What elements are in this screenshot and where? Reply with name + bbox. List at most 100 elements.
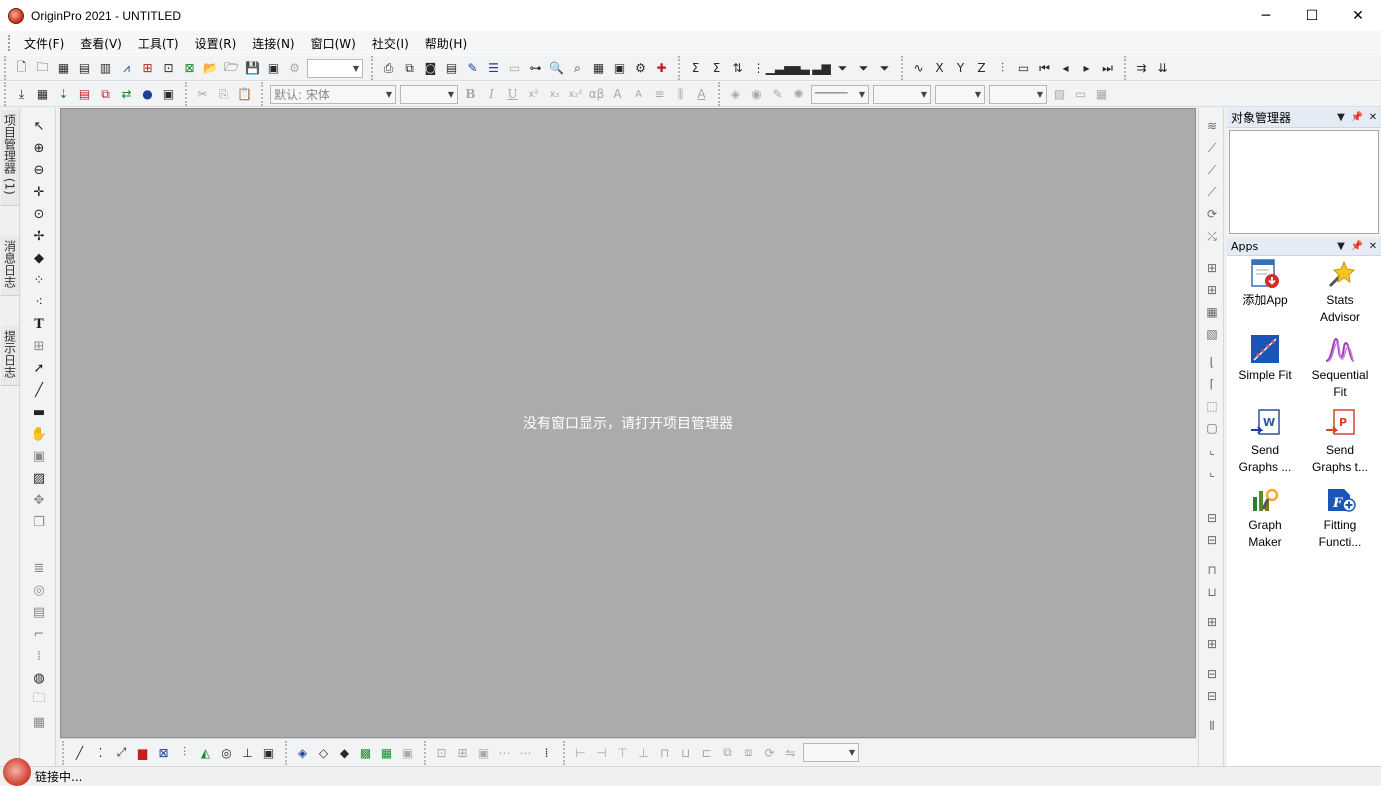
histogram-icon[interactable]: ▅▃ [790, 58, 811, 78]
panel-menu-icon[interactable]: ▼ [1333, 112, 1349, 123]
tab-message-log[interactable]: 消息日志 [1, 236, 19, 296]
italic-button[interactable]: I [481, 84, 502, 104]
underline-button[interactable]: U [502, 84, 523, 104]
arrange-icon[interactable]: ⋯ [494, 743, 515, 763]
stack-icon[interactable]: ▣ [473, 743, 494, 763]
save-icon[interactable]: 💾 [242, 58, 263, 78]
apps-close-icon[interactable]: ✕ [1365, 241, 1381, 252]
menu-connect[interactable]: 连接(N) [244, 35, 302, 52]
new-graph-icon[interactable]: ⩘ [116, 58, 137, 78]
line-width-combo[interactable]: ▼ [873, 84, 931, 104]
run-icon[interactable]: ⚙ [284, 58, 305, 78]
stair-icon[interactable]: ≋ [1201, 116, 1223, 136]
close-button[interactable]: ✕ [1335, 0, 1381, 31]
crosshair-icon[interactable]: ✛ [24, 182, 54, 202]
new-project-icon[interactable]: 🗋 [11, 58, 32, 78]
draw-data-icon[interactable]: ⁖ [24, 292, 54, 312]
frame-grid-icon[interactable]: ⊞ [452, 743, 473, 763]
first-icon[interactable]: ⏮ [1034, 58, 1055, 78]
superscript-button[interactable]: x² [523, 84, 544, 104]
project-explorer-icon[interactable]: ⊶ [525, 58, 546, 78]
set-none-icon[interactable]: ▭ [1013, 58, 1034, 78]
increase-font-button[interactable]: A [607, 84, 628, 104]
rows-icon[interactable]: ≣ [24, 558, 54, 578]
surface-3d-icon[interactable]: ◈ [292, 743, 313, 763]
align-panel-3-icon[interactable]: ⊓ [1201, 560, 1223, 580]
new-sheet-icon[interactable]: ▥ [95, 58, 116, 78]
stock-plot-icon[interactable]: ⊥ [237, 743, 258, 763]
symbol-icon[interactable]: ✺ [788, 84, 809, 104]
multi-panel-icon[interactable]: ⊠ [153, 743, 174, 763]
scatter-matrix-icon[interactable]: ⁞ [536, 743, 557, 763]
import-excel-icon[interactable]: ▤ [74, 84, 95, 104]
layer-2x2-icon[interactable]: ▦ [1201, 302, 1223, 322]
same-width-icon[interactable]: ⊓ [654, 743, 675, 763]
layer-merge-icon[interactable]: ▧ [1201, 324, 1223, 344]
code-builder-icon[interactable]: ▭ [504, 58, 525, 78]
scatter-plot-icon[interactable]: ⁚ [90, 743, 111, 763]
mask-icon[interactable]: ◆ [24, 248, 54, 268]
frame-dotted-icon[interactable]: ⬚ [1201, 396, 1223, 416]
app-graph-maker[interactable]: Graph Maker [1228, 483, 1302, 551]
set-error-icon[interactable]: ⫶ [992, 58, 1013, 78]
refresh-icon[interactable]: ⟳ [1201, 204, 1223, 224]
axis-rescale-icon[interactable]: ⟋ [1201, 182, 1223, 202]
filter-remove-icon[interactable]: ⏷ [853, 58, 874, 78]
pattern-fill-icon[interactable]: ◉ [746, 84, 767, 104]
table-icon[interactable]: ▦ [588, 58, 609, 78]
open-icon[interactable]: 📂 [200, 58, 221, 78]
filter-icon[interactable]: ⏷ [832, 58, 853, 78]
sum-icon[interactable]: Σ [685, 58, 706, 78]
object-manager-body[interactable] [1229, 130, 1379, 234]
import-multiple-icon[interactable]: ⇣ [53, 84, 74, 104]
align-panel-5-icon[interactable]: ⊞ [1201, 612, 1223, 632]
add-column-icon[interactable]: ✚ [651, 58, 672, 78]
database-icon[interactable]: ● [137, 84, 158, 104]
panel-close-icon[interactable]: ✕ [1365, 112, 1381, 123]
distribute-icon[interactable]: ⋯ [515, 743, 536, 763]
app-send-graphs-word[interactable]: W Send Graphs ... [1228, 408, 1302, 476]
insert-image-icon[interactable]: ▨ [24, 468, 54, 488]
record-icon[interactable]: ◍ [24, 668, 54, 688]
set-z-icon[interactable]: Z [971, 58, 992, 78]
wireframe-icon[interactable]: ◆ [334, 743, 355, 763]
screen-reader-icon[interactable]: ✢ [24, 226, 54, 246]
data-reader-icon[interactable]: ⊙ [24, 204, 54, 224]
app-simple-fit[interactable]: Simple Fit [1228, 333, 1302, 384]
image-plot-icon[interactable]: ▦ [376, 743, 397, 763]
menu-settings[interactable]: 设置(R) [187, 35, 245, 52]
corner-bl-icon[interactable]: ⌊ [1201, 352, 1223, 372]
gray-map-icon[interactable]: ▣ [397, 743, 418, 763]
prev-icon[interactable]: ◂ [1055, 58, 1076, 78]
next-icon[interactable]: ▸ [1076, 58, 1097, 78]
text-tool-icon[interactable]: T [24, 314, 54, 334]
arrow-tool-icon[interactable]: ➚ [24, 358, 54, 378]
hand-icon[interactable]: ✋ [24, 424, 54, 444]
menu-window[interactable]: 窗口(W) [303, 35, 364, 52]
align-icon[interactable]: ≡ [649, 84, 670, 104]
area-plot-icon[interactable]: ◭ [195, 743, 216, 763]
axis-scale-icon[interactable]: ⟋ [1201, 160, 1223, 180]
axes-b-icon[interactable]: ⌞ [1201, 462, 1223, 482]
save-template-icon[interactable]: ▣ [263, 58, 284, 78]
symbol-shape-combo[interactable]: ▼ [935, 84, 985, 104]
template-library-icon[interactable]: ▣ [258, 743, 279, 763]
super-sub-button[interactable]: x₂² [565, 84, 586, 104]
minimize-button[interactable]: ─ [1243, 0, 1289, 31]
move-down-icon[interactable]: ⇊ [1152, 58, 1173, 78]
frame-icon[interactable]: ⊡ [431, 743, 452, 763]
apps-pin-icon[interactable]: 📌 [1349, 241, 1365, 252]
signal-icon[interactable]: ∿ [908, 58, 929, 78]
line-tool-icon[interactable]: ╱ [24, 380, 54, 400]
tab-project-explorer[interactable]: 项目管理器 (1) [1, 110, 19, 206]
find-icon[interactable]: 🔍 [546, 58, 567, 78]
set-x-icon[interactable]: X [929, 58, 950, 78]
calendar-icon[interactable]: ▣ [609, 58, 630, 78]
flip-icon[interactable]: ⇋ [780, 743, 801, 763]
app-stats-advisor[interactable]: Stats Advisor [1303, 258, 1377, 326]
align-bottom-icon[interactable]: ⊥ [633, 743, 654, 763]
set-y-icon[interactable]: Y [950, 58, 971, 78]
align-top-icon[interactable]: ⊤ [612, 743, 633, 763]
paste-icon[interactable]: 📋 [234, 84, 255, 104]
bold-button[interactable]: B [460, 84, 481, 104]
